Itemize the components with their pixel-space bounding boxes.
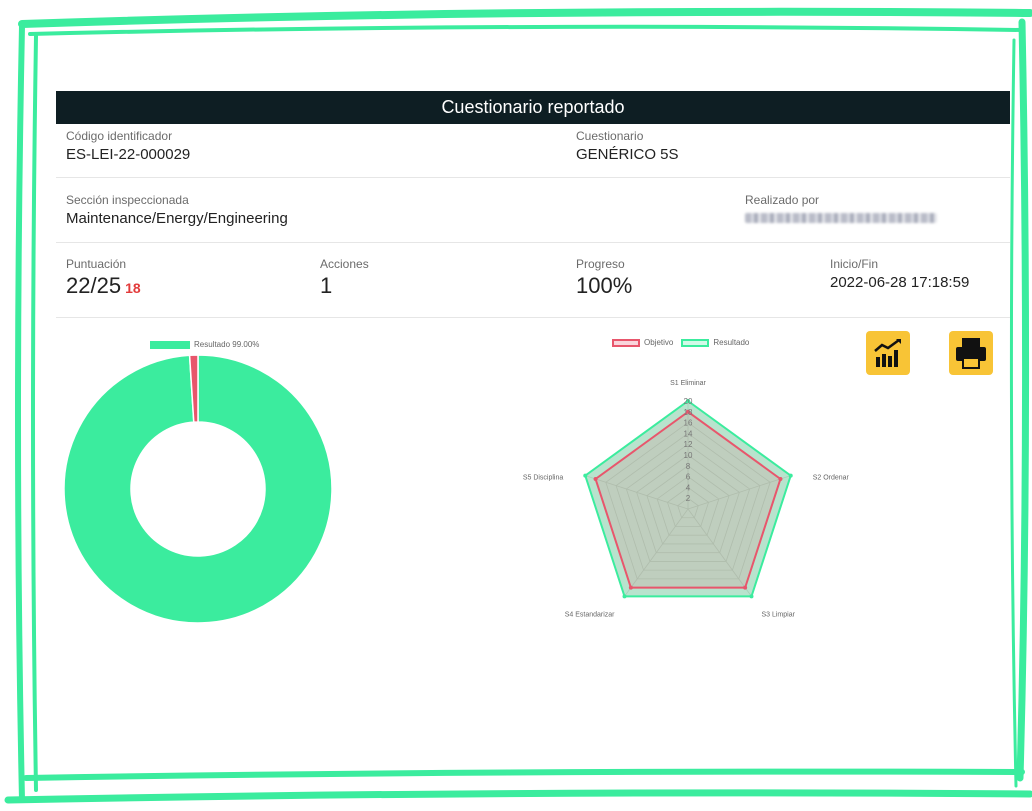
- cuestionario-label: Cuestionario: [576, 129, 644, 143]
- radar-tick-label: 12: [684, 440, 693, 449]
- print-button[interactable]: [949, 331, 993, 375]
- redacted-name: [745, 213, 937, 223]
- puntuacion-field: Puntuación 22/25 18: [66, 257, 141, 299]
- cuestionario-value: GENÉRICO 5S: [576, 146, 679, 163]
- radar-legend-resultado: Resultado: [713, 338, 750, 347]
- radar-tick-label: 8: [686, 462, 691, 471]
- progreso-field: Progreso 100%: [576, 257, 632, 299]
- seccion-label: Sección inspeccionada: [66, 193, 189, 207]
- inicio-label: Inicio/Fin: [830, 257, 879, 271]
- legend-swatch-objetivo: [612, 338, 640, 347]
- doughnut-legend-label: Resultado 99.00%: [194, 340, 260, 349]
- radar-tick-label: 20: [684, 397, 693, 406]
- legend-swatch: [150, 340, 190, 349]
- realizado-label: Realizado por: [745, 193, 820, 207]
- radar-tick-label: 6: [686, 473, 691, 482]
- puntuacion-value: 22/25: [66, 273, 122, 298]
- radar-point-objetivo[interactable]: [628, 585, 633, 590]
- legend-swatch-resultado: [681, 338, 710, 347]
- radar-point-resultado[interactable]: [788, 473, 793, 478]
- radar-category-label: S1 Eliminar: [670, 380, 706, 387]
- radar-point-resultado[interactable]: [583, 473, 588, 478]
- radar-category-label: S4 Estandarizar: [565, 611, 615, 618]
- acciones-field: Acciones 1: [320, 257, 369, 299]
- doughnut-legend: Resultado 99.00%: [150, 340, 259, 349]
- seccion-field: Sección inspeccionada Maintenance/Energy…: [66, 193, 288, 227]
- questionnaire-panel: Cuestionario reportado Código identifica…: [56, 91, 1010, 751]
- radar-point-objetivo[interactable]: [743, 585, 748, 590]
- radar-point-objetivo[interactable]: [778, 476, 783, 481]
- radar-category-label: S5 Disciplina: [523, 475, 564, 482]
- page-title: Cuestionario reportado: [56, 91, 1010, 124]
- inicio-field: Inicio/Fin 2022-06-28 17:18:59: [830, 257, 969, 291]
- acciones-value: 1: [320, 273, 333, 298]
- radar-point-resultado[interactable]: [622, 594, 627, 599]
- info-row-3: Puntuación 22/25 18 Acciones 1 Progreso 1…: [56, 243, 1010, 318]
- radar-legend: Objetivo Resultado: [612, 338, 749, 347]
- progreso-label: Progreso: [576, 257, 625, 271]
- codigo-field: Código identificador ES-LEI-22-000029: [66, 129, 190, 163]
- inicio-value: 2022-06-28 17:18:59: [830, 274, 970, 291]
- radar-tick-label: 14: [684, 429, 693, 438]
- progreso-value: 100%: [576, 273, 633, 298]
- chart-report-button[interactable]: [866, 331, 910, 375]
- radar-category-label: S3 Limpiar: [761, 611, 795, 618]
- printer-icon: [956, 338, 986, 369]
- radar-category-label: S2 Ordenar: [813, 475, 850, 482]
- chart-report-icon: [874, 338, 901, 367]
- radar-point-resultado[interactable]: [749, 594, 754, 599]
- radar-legend-objetivo: Objetivo: [644, 338, 674, 347]
- doughnut-chart: [63, 354, 333, 624]
- radar-point-objetivo[interactable]: [593, 476, 598, 481]
- puntuacion-badge: 18: [125, 280, 141, 296]
- radar-tick-label: 16: [684, 419, 693, 428]
- acciones-label: Acciones: [320, 257, 369, 271]
- radar-tick-label: 18: [684, 408, 693, 417]
- radar-tick-label: 4: [686, 483, 691, 492]
- codigo-value: ES-LEI-22-000029: [66, 146, 191, 163]
- info-row-1: Código identificador ES-LEI-22-000029 Cu…: [56, 124, 1010, 178]
- radar-tick-label: 10: [684, 451, 693, 460]
- realizado-field: Realizado por: [745, 193, 937, 223]
- radar-chart: 2 46 8 10 12 1416 18 20 S1 Eliminar S2 Ordenar S3 …: [523, 380, 850, 618]
- radar-tick-label: 2: [686, 494, 691, 503]
- seccion-value: Maintenance/Energy/Engineering: [66, 210, 288, 227]
- info-row-2: Sección inspeccionada Maintenance/Energy…: [56, 178, 1010, 243]
- puntuacion-label: Puntuación: [66, 257, 127, 271]
- cuestionario-field: Cuestionario GENÉRICO 5S: [576, 129, 679, 163]
- codigo-label: Código identificador: [66, 129, 173, 143]
